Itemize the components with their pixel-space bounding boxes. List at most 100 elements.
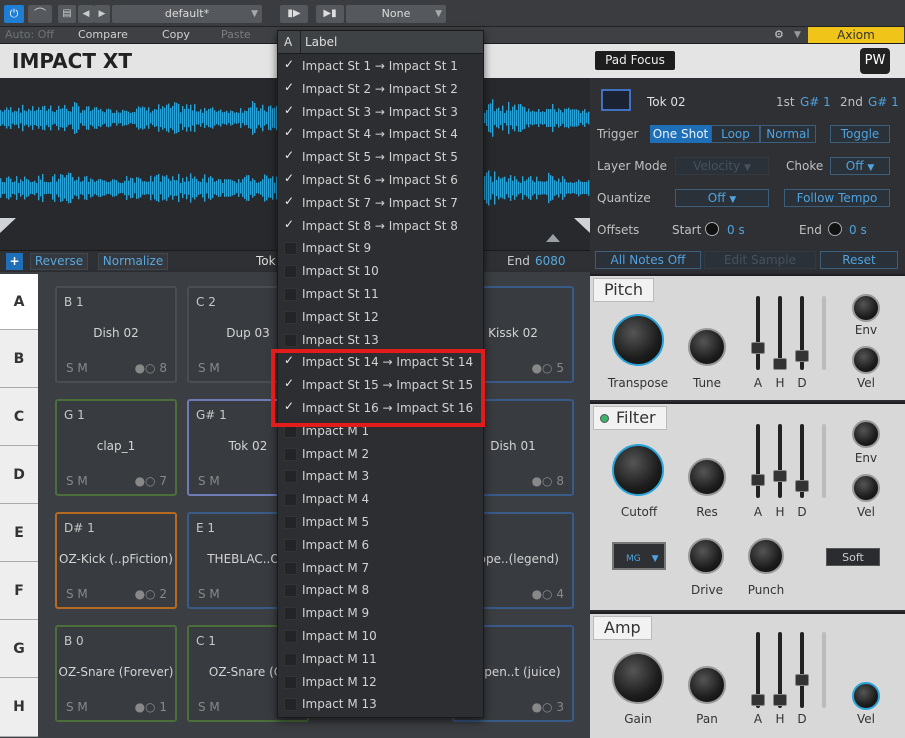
- checkbox[interactable]: [284, 310, 297, 324]
- filter-hold-handle[interactable]: [773, 470, 787, 482]
- auto-off-button[interactable]: Auto: Off: [5, 28, 54, 41]
- end-value[interactable]: 6080: [535, 254, 566, 268]
- normal-button[interactable]: Normal: [760, 125, 816, 143]
- row-key-c[interactable]: C: [0, 388, 38, 446]
- checkbox[interactable]: [284, 447, 297, 461]
- pitch-env-amount-slider[interactable]: [822, 296, 826, 370]
- column-label-header[interactable]: Label: [305, 35, 337, 49]
- soft-button[interactable]: Soft: [826, 548, 880, 566]
- solo-mute-buttons[interactable]: S M: [66, 474, 88, 488]
- pad[interactable]: G 1 clap_1 S M ●○ 7: [55, 399, 177, 496]
- checkbox[interactable]: [284, 538, 297, 552]
- copy-button[interactable]: Copy: [162, 28, 190, 41]
- checkbox[interactable]: [284, 288, 297, 301]
- output-routing-icon[interactable]: ▶▮: [316, 5, 344, 23]
- dropdown-item[interactable]: Impact M 11: [278, 648, 483, 671]
- cutoff-knob[interactable]: [612, 444, 664, 496]
- dropdown-item[interactable]: Impact M 7: [278, 557, 483, 580]
- dropdown-item[interactable]: Impact M 13: [278, 693, 483, 716]
- dropdown-item[interactable]: Impact M 8: [278, 579, 483, 602]
- amp-vel-knob[interactable]: [852, 682, 880, 710]
- tune-knob[interactable]: [688, 328, 726, 366]
- pad[interactable]: B 0 OZ-Snare (Forever) S M ●○ 1: [55, 625, 177, 722]
- dropdown-item[interactable]: ✓ Impact St 3 → Impact St 3: [278, 101, 483, 124]
- checkbox[interactable]: [284, 584, 297, 598]
- device-label[interactable]: Axiom: [808, 27, 904, 43]
- dropdown-item[interactable]: Impact M 2: [278, 443, 483, 466]
- pan-knob[interactable]: [688, 666, 726, 704]
- punch-knob[interactable]: [748, 538, 784, 574]
- preset-file-icon[interactable]: ▤: [58, 5, 76, 23]
- drive-knob[interactable]: [688, 538, 724, 574]
- filter-vel-knob[interactable]: [852, 474, 880, 502]
- reverse-button[interactable]: Reverse: [30, 253, 88, 270]
- pitch-env-knob[interactable]: [852, 294, 880, 322]
- dropdown-item[interactable]: Impact M 10: [278, 625, 483, 648]
- routing-select[interactable]: None ▼: [346, 5, 446, 23]
- checkbox[interactable]: [284, 470, 297, 484]
- checkbox[interactable]: [284, 607, 297, 621]
- prev-preset-button[interactable]: ◀: [78, 5, 94, 23]
- row-key-b[interactable]: B: [0, 330, 38, 388]
- dropdown-item[interactable]: Impact St 12: [278, 306, 483, 329]
- edit-sample-button[interactable]: Edit Sample: [704, 251, 816, 269]
- pitch-attack-slider[interactable]: [756, 296, 760, 370]
- row-key-h[interactable]: H: [0, 678, 38, 737]
- first-note-value[interactable]: G# 1: [800, 95, 831, 109]
- solo-mute-buttons[interactable]: S M: [66, 700, 88, 714]
- dropdown-item[interactable]: Impact St 10: [278, 260, 483, 283]
- row-key-a[interactable]: A: [0, 274, 38, 330]
- pad-focus-button[interactable]: Pad Focus: [595, 51, 675, 70]
- row-key-e[interactable]: E: [0, 504, 38, 562]
- solo-mute-buttons[interactable]: S M: [198, 587, 220, 601]
- dropdown-item[interactable]: ✓ Impact St 1 → Impact St 1: [278, 55, 483, 78]
- row-key-g[interactable]: G: [0, 620, 38, 678]
- pitch-vel-knob[interactable]: [852, 346, 880, 374]
- solo-mute-buttons[interactable]: S M: [198, 474, 220, 488]
- normalize-button[interactable]: Normalize: [98, 253, 168, 270]
- start-knob[interactable]: [705, 222, 719, 236]
- row-key-f[interactable]: F: [0, 562, 38, 620]
- dropdown-item[interactable]: Impact M 9: [278, 602, 483, 625]
- filter-attack-handle[interactable]: [751, 474, 765, 486]
- checkbox[interactable]: [284, 561, 297, 575]
- filter-enable-led[interactable]: [600, 414, 609, 423]
- add-layer-icon[interactable]: +: [6, 253, 23, 270]
- one-shot-button[interactable]: One Shot: [650, 125, 711, 143]
- toggle-button[interactable]: Toggle: [830, 125, 890, 143]
- dropdown-item[interactable]: Impact M 3: [278, 465, 483, 488]
- paste-button[interactable]: Paste: [221, 28, 251, 41]
- row-key-d[interactable]: D: [0, 446, 38, 504]
- dropdown-item[interactable]: ✓ Impact St 8 → Impact St 8: [278, 215, 483, 238]
- column-a-header[interactable]: A: [284, 35, 292, 49]
- solo-mute-buttons[interactable]: S M: [198, 700, 220, 714]
- dropdown-item[interactable]: Impact St 11: [278, 283, 483, 306]
- dropdown-item[interactable]: ✓ Impact St 6 → Impact St 6: [278, 169, 483, 192]
- reset-button[interactable]: Reset: [820, 251, 898, 269]
- amp-hold-handle[interactable]: [773, 694, 787, 706]
- pitch-decay-handle[interactable]: [795, 350, 809, 362]
- amp-decay-handle[interactable]: [795, 674, 809, 686]
- pad[interactable]: B 1 Dish 02 S M ●○ 8: [55, 286, 177, 383]
- checkbox[interactable]: [284, 516, 297, 529]
- second-note-value[interactable]: G# 1: [868, 95, 899, 109]
- dropdown-item[interactable]: Impact M 6: [278, 534, 483, 557]
- quantize-select[interactable]: Off ▼: [675, 189, 769, 207]
- transpose-knob[interactable]: [612, 314, 664, 366]
- pitch-hold-handle[interactable]: [773, 358, 787, 370]
- resonance-knob[interactable]: [688, 458, 726, 496]
- pad[interactable]: D# 1 OZ-Kick (..pFiction) S M ●○ 2: [55, 512, 177, 609]
- checkbox[interactable]: [284, 242, 297, 256]
- dropdown-item[interactable]: ✓ Impact St 5 → Impact St 5: [278, 146, 483, 169]
- all-notes-off-button[interactable]: All Notes Off: [595, 251, 701, 269]
- dropdown-item[interactable]: Impact M 5: [278, 511, 483, 534]
- choke-select[interactable]: Off ▼: [830, 157, 890, 175]
- layer-mode-select[interactable]: Velocity ▼: [675, 157, 769, 175]
- monitor-icon[interactable]: ⌒: [28, 5, 52, 23]
- pad-color-swatch[interactable]: [601, 89, 631, 111]
- checkbox[interactable]: [284, 630, 297, 643]
- dropdown-item[interactable]: Impact M 12: [278, 671, 483, 694]
- input-routing-icon[interactable]: ▮▶: [280, 5, 308, 23]
- solo-mute-buttons[interactable]: S M: [198, 361, 220, 375]
- solo-mute-buttons[interactable]: S M: [66, 587, 88, 601]
